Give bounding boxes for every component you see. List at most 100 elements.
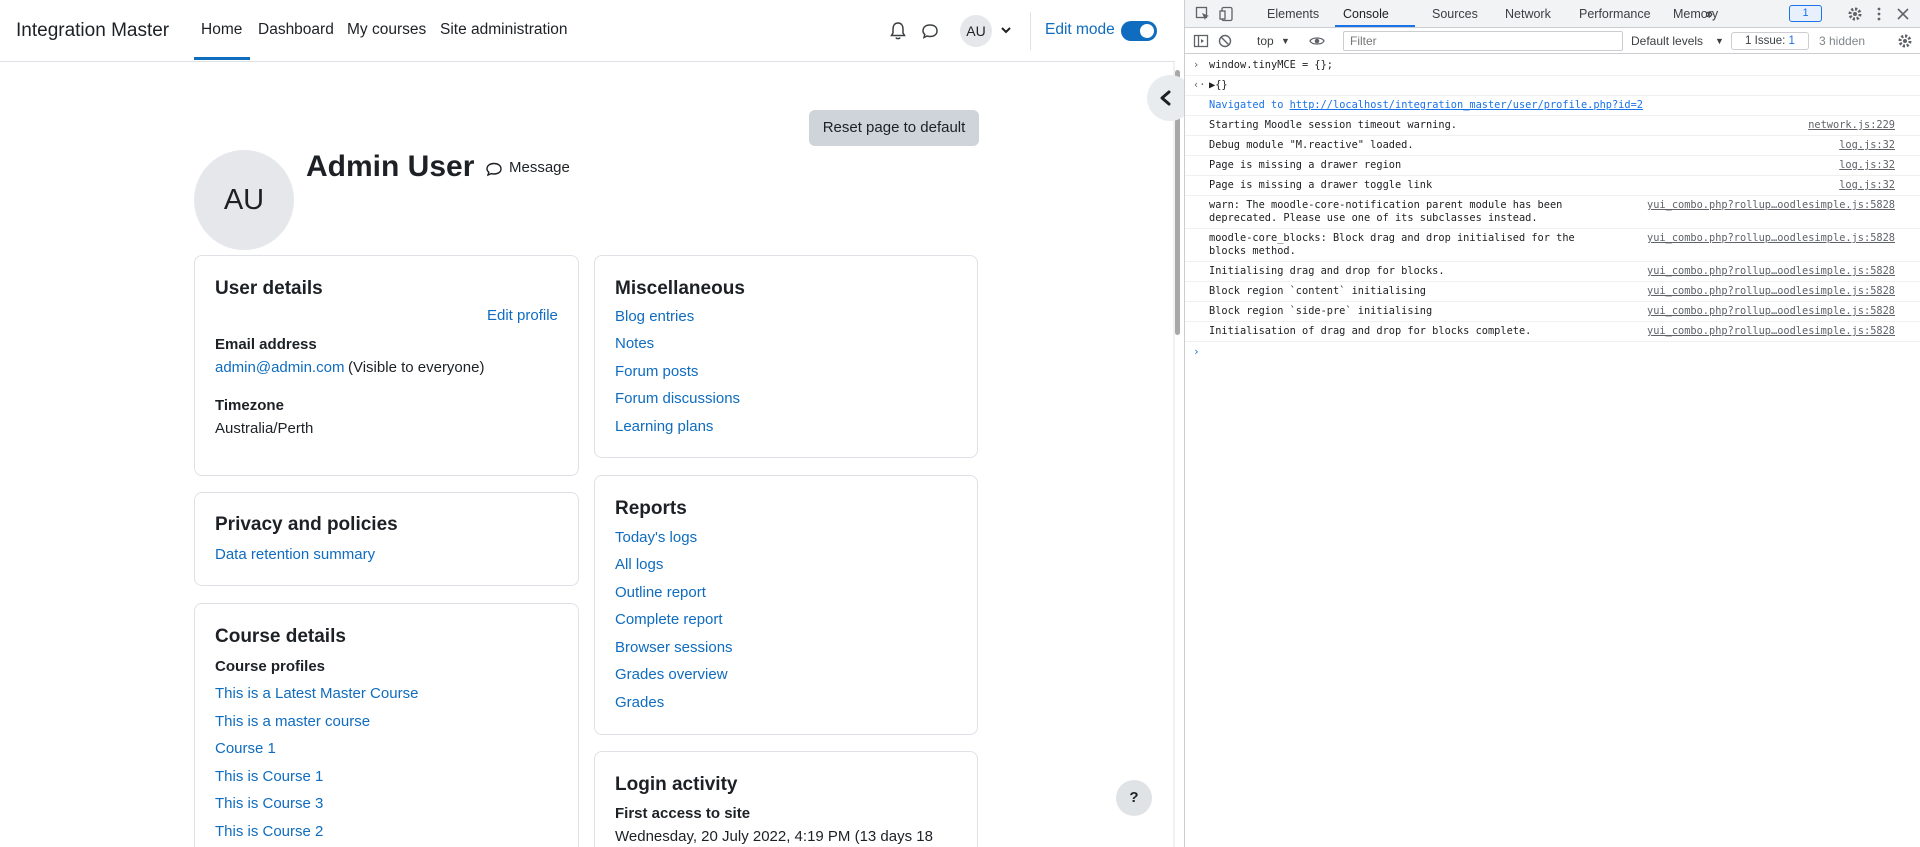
messages-badge[interactable]: 1	[1789, 5, 1822, 22]
log-source[interactable]: log.js:32	[1839, 179, 1895, 191]
tab-performance[interactable]: Performance	[1579, 7, 1651, 21]
chevron-down-icon[interactable]: ▼	[1715, 36, 1724, 46]
tab-elements[interactable]: Elements	[1267, 7, 1319, 21]
log-source[interactable]: yui_combo.php?rollup…oodlesimple.js:5828	[1647, 199, 1895, 211]
log-source[interactable]: yui_combo.php?rollup…oodlesimple.js:5828	[1647, 305, 1895, 317]
navigated-url[interactable]: http://localhost/integration_master/user…	[1290, 99, 1643, 111]
log-levels-dropdown[interactable]: Default levels	[1631, 34, 1703, 48]
course-link[interactable]: This is Course 2	[215, 823, 323, 840]
issues-button[interactable]: 1 Issue: 1	[1731, 32, 1809, 50]
log-source[interactable]: yui_combo.php?rollup…oodlesimple.js:5828	[1647, 325, 1895, 337]
log-source[interactable]: yui_combo.php?rollup…oodlesimple.js:5828	[1647, 232, 1895, 244]
top-navbar: Integration Master Home Dashboard My cou…	[0, 0, 1175, 62]
log-row: Block region `content` initialising yui_c…	[1185, 282, 1920, 302]
message-count: 1	[1802, 7, 1809, 19]
input-caret: ›	[1193, 59, 1200, 71]
log-source[interactable]: log.js:32	[1839, 139, 1895, 151]
device-toolbar-icon[interactable]	[1219, 6, 1235, 22]
more-tabs-button[interactable]: »	[1706, 7, 1713, 21]
nav-home[interactable]: Home	[201, 21, 242, 39]
edit-mode-toggle[interactable]	[1121, 21, 1157, 41]
edit-mode-label[interactable]: Edit mode	[1045, 21, 1115, 39]
data-retention-link[interactable]: Data retention summary	[215, 546, 375, 563]
grades-link[interactable]: Grades	[615, 694, 664, 711]
console-settings-icon[interactable]	[1897, 33, 1913, 49]
learning-plans-link[interactable]: Learning plans	[615, 418, 713, 435]
course-link[interactable]: Course 1	[215, 740, 276, 757]
log-source[interactable]: yui_combo.php?rollup…oodlesimple.js:5828	[1647, 265, 1895, 277]
devtools-panel: Elements Console Sources Network Perform…	[1184, 0, 1920, 847]
chevron-down-icon[interactable]	[1000, 23, 1012, 37]
kebab-menu-icon[interactable]	[1871, 6, 1887, 22]
log-row: Initialisation of drag and drop for bloc…	[1185, 322, 1920, 342]
close-icon[interactable]	[1895, 6, 1911, 22]
message-icon[interactable]	[485, 160, 503, 178]
message-link[interactable]: Message	[509, 159, 570, 176]
hidden-count: 3 hidden	[1819, 34, 1866, 48]
help-button[interactable]: ?	[1116, 780, 1152, 816]
reset-page-button[interactable]: Reset page to default	[809, 110, 979, 146]
navigation-row: Navigated to http://localhost/integratio…	[1185, 96, 1920, 116]
console-result[interactable]: ▶{}	[1209, 79, 1789, 92]
log-message: Block region `side-pre` initialising	[1209, 305, 1433, 317]
console-filter-input[interactable]	[1343, 31, 1623, 51]
reports-title: Reports	[615, 498, 687, 519]
log-source[interactable]: network.js:229	[1808, 119, 1895, 131]
log-row: Debug module "M.reactive" loaded. log.js:…	[1185, 136, 1920, 156]
todays-logs-link[interactable]: Today's logs	[615, 529, 697, 546]
course-link[interactable]: This is a Latest Master Course	[215, 685, 418, 702]
nav-dashboard[interactable]: Dashboard	[258, 21, 334, 39]
first-access-label: First access to site	[615, 805, 751, 822]
grades-overview-link[interactable]: Grades overview	[615, 666, 728, 683]
nav-site-administration[interactable]: Site administration	[440, 21, 568, 39]
log-message: Debug module "M.reactive" loaded.	[1209, 139, 1414, 151]
forum-posts-link[interactable]: Forum posts	[615, 363, 698, 380]
log-message: Block region `content` initialising	[1209, 285, 1426, 297]
complete-report-link[interactable]: Complete report	[615, 611, 723, 628]
privacy-title: Privacy and policies	[215, 514, 398, 535]
outline-report-link[interactable]: Outline report	[615, 584, 706, 601]
timezone-value: Australia/Perth	[215, 420, 314, 437]
profile-avatar: AU	[194, 150, 294, 250]
clear-console-icon[interactable]	[1217, 33, 1233, 49]
log-source[interactable]: log.js:32	[1839, 159, 1895, 171]
all-logs-link[interactable]: All logs	[615, 556, 663, 573]
browser-sessions-link[interactable]: Browser sessions	[615, 639, 733, 656]
timezone-label: Timezone	[215, 397, 284, 414]
active-tab-indicator	[1335, 25, 1415, 27]
tab-sources[interactable]: Sources	[1432, 7, 1478, 21]
user-avatar[interactable]: AU	[960, 15, 992, 47]
chat-bubble-icon[interactable]	[920, 21, 940, 41]
log-message: Page is missing a drawer region	[1209, 159, 1402, 171]
moodle-page: Integration Master Home Dashboard My cou…	[0, 0, 1175, 847]
blog-entries-link[interactable]: Blog entries	[615, 308, 694, 325]
notes-link[interactable]: Notes	[615, 335, 654, 352]
gear-icon[interactable]	[1847, 6, 1863, 22]
log-source[interactable]: yui_combo.php?rollup…oodlesimple.js:5828	[1647, 285, 1895, 297]
course-link[interactable]: This is Course 3	[215, 795, 323, 812]
first-access-value: Wednesday, 20 July 2022, 4:19 PM (13 day…	[615, 828, 933, 845]
course-link[interactable]: This is Course 1	[215, 768, 323, 785]
edit-profile-link[interactable]: Edit profile	[487, 307, 558, 324]
nav-my-courses[interactable]: My courses	[347, 21, 426, 39]
tab-network[interactable]: Network	[1505, 7, 1551, 21]
login-activity-card: Login activity First access to site Wedn…	[594, 751, 978, 847]
bell-icon[interactable]	[888, 21, 908, 41]
console-result-row[interactable]: ‹· ▶{}	[1185, 76, 1920, 96]
forum-discussions-link[interactable]: Forum discussions	[615, 390, 740, 407]
user-details-card: User details Edit profile Email address …	[194, 255, 579, 476]
course-link[interactable]: This is a master course	[215, 713, 370, 730]
sidebar-toggle-icon[interactable]	[1193, 33, 1209, 49]
context-selector[interactable]: top	[1257, 34, 1274, 48]
eye-icon[interactable]	[1309, 33, 1325, 49]
chevron-down-icon[interactable]: ▼	[1281, 36, 1290, 46]
reports-card: Reports Today's logs All logs Outline re…	[594, 475, 978, 735]
course-profiles-label: Course profiles	[215, 658, 326, 675]
site-brand[interactable]: Integration Master	[16, 20, 169, 42]
inspect-element-icon[interactable]	[1195, 6, 1211, 22]
devtools-tabbar: Elements Console Sources Network Perform…	[1185, 0, 1920, 28]
console-prompt[interactable]: ›	[1185, 342, 1920, 364]
console-input: window.tinyMCE = {};	[1209, 59, 1333, 71]
tab-console[interactable]: Console	[1343, 7, 1389, 21]
email-link[interactable]: admin@admin.com	[215, 359, 344, 376]
